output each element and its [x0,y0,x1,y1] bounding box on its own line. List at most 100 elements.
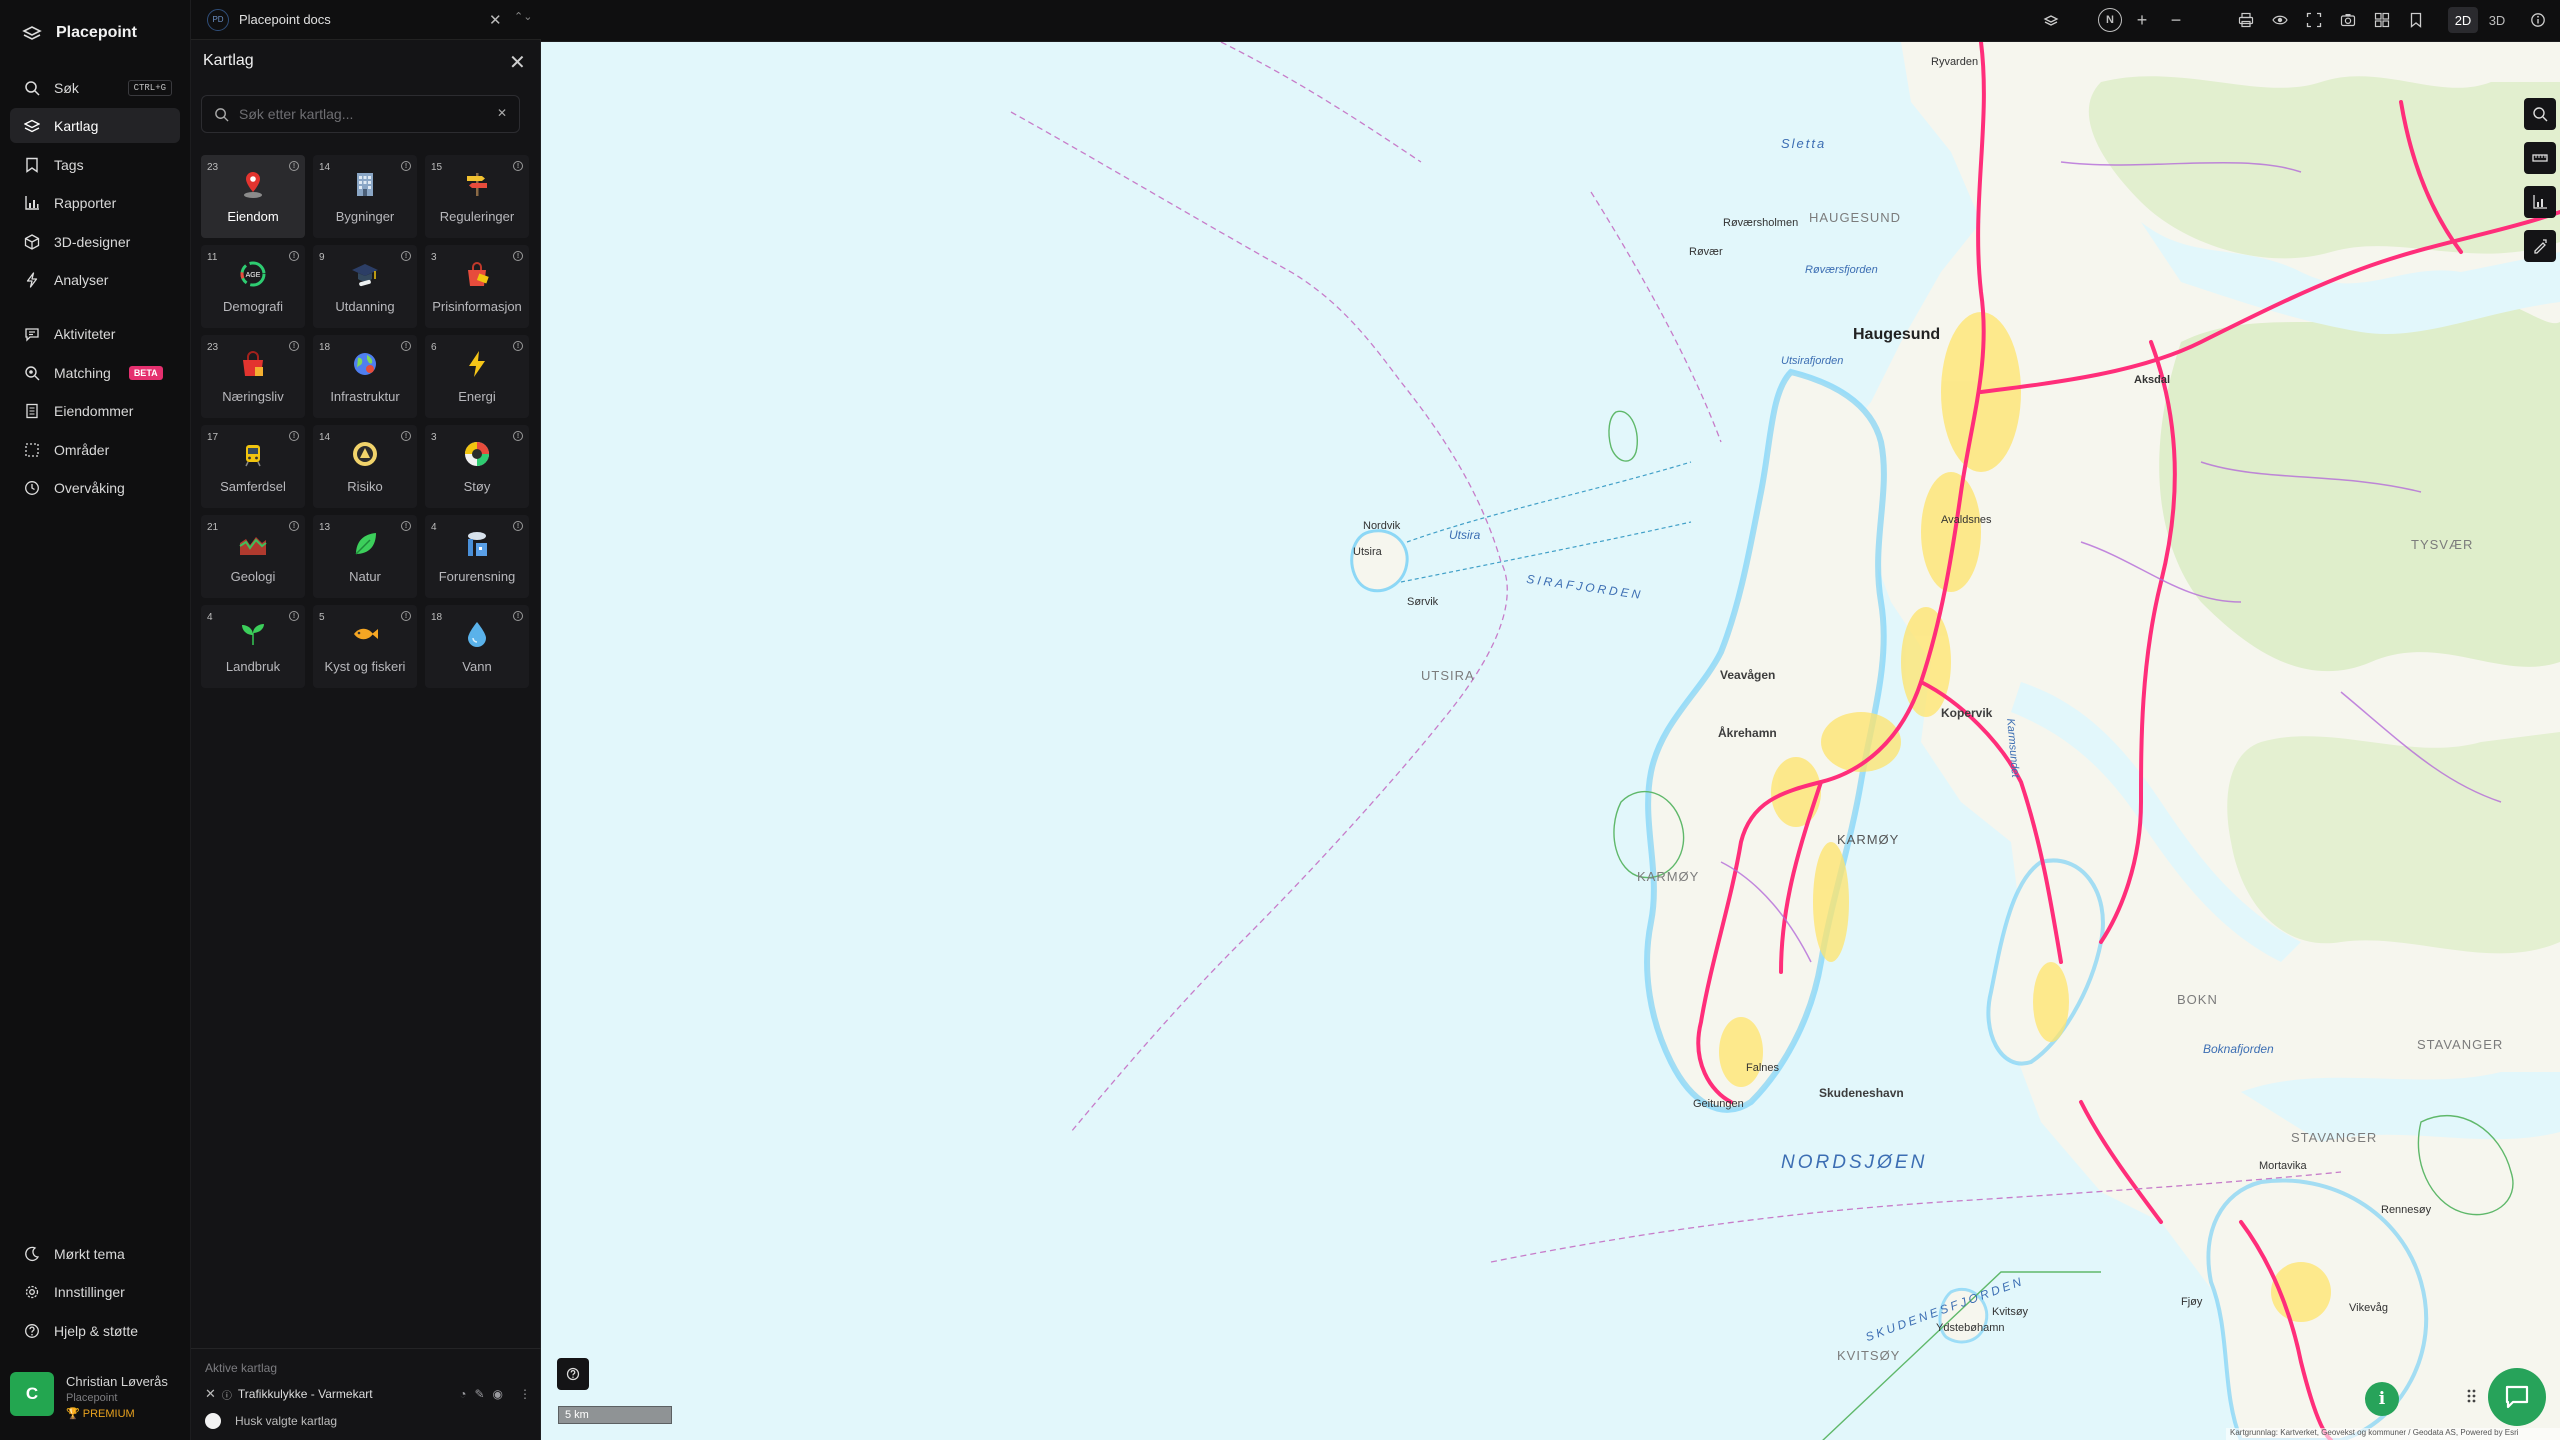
nav-item-matching[interactable]: Matching BETA [10,355,180,390]
layer-tile-utdanning[interactable]: 9! Utdanning [313,245,417,328]
layer-count: 23 [207,342,219,353]
user-profile[interactable]: C Christian Løverås Placepoint 🏆 PREMIUM [10,1368,180,1428]
grid-icon[interactable] [2371,9,2393,31]
bookmark-icon[interactable] [2405,9,2427,31]
remember-layers-toggle[interactable]: Husk valgte kartlag [205,1413,337,1429]
map-tool-draw[interactable] [2524,230,2556,262]
view-3d-button[interactable]: 3D [2482,7,2512,33]
info-icon[interactable]: ! [401,431,411,441]
map-tool-measure[interactable] [2524,142,2556,174]
map-tool-search[interactable] [2524,98,2556,130]
active-layers-heading: Aktive kartlag [205,1361,278,1375]
layer-tile-stoy[interactable]: 3! Støy [425,425,529,508]
layer-tile-reguleringer[interactable]: 15! Reguleringer [425,155,529,238]
info-icon[interactable]: ! [289,611,299,621]
layer-tile-infrastruktur[interactable]: 18! Infrastruktur [313,335,417,418]
nav-item-kartlag[interactable]: Kartlag [10,108,180,143]
map-label-fjord: Utsirafjorden [1781,355,1844,367]
zoom-out-icon[interactable]: − [2165,9,2187,31]
layer-tile-energi[interactable]: 6! Energi [425,335,529,418]
info-icon[interactable]: ⓘ [222,1387,232,1402]
close-panel-icon[interactable]: ✕ [509,50,526,75]
toggle-switch[interactable] [205,1413,221,1429]
nav-item-search[interactable]: Søk CTRL+G [10,70,180,105]
info-icon[interactable]: ! [513,341,523,351]
eye-icon[interactable] [2269,9,2291,31]
layer-tile-landbruk[interactable]: 4! Landbruk [201,605,305,688]
info-icon[interactable]: ! [401,251,411,261]
info-icon[interactable]: ! [289,431,299,441]
info-icon[interactable]: ! [513,161,523,171]
bookmark-icon [26,157,38,173]
layer-tile-geologi[interactable]: 21! Geologi [201,515,305,598]
info-icon[interactable]: ! [513,251,523,261]
nav-item-settings[interactable]: Innstillinger [10,1274,180,1309]
nav-item-dark-theme[interactable]: Mørkt tema [10,1236,180,1271]
info-icon[interactable]: ! [401,161,411,171]
layer-tile-kyst-og-fiskeri[interactable]: 5! Kyst og fiskeri [313,605,417,688]
map-label-town: Avaldsnes [1941,514,1992,526]
layer-tile-samferdsel[interactable]: 17! Samferdsel [201,425,305,508]
info-icon[interactable]: ! [513,521,523,531]
clear-search-icon[interactable]: ✕ [497,106,507,120]
document-tab[interactable]: PD Placepoint docs ✕ ⌃⌄ [191,0,541,40]
nav-label: 3D-designer [54,233,131,250]
layers-stack-icon[interactable] [2040,9,2062,31]
layer-tile-demografi[interactable]: 11! AGE Demografi [201,245,305,328]
nav-item-tags[interactable]: Tags [10,147,180,182]
layer-tile-natur[interactable]: 13! Natur [313,515,417,598]
compass-icon[interactable]: N [2098,8,2122,32]
map-label-region: STAVANGER [2291,1130,2378,1145]
chat-support-button[interactable] [2488,1368,2546,1426]
layer-tile-risiko[interactable]: 14! Risiko [313,425,417,508]
chevron-updown-icon[interactable]: ⌃⌄ [514,10,532,23]
zoom-in-icon[interactable]: + [2131,9,2153,31]
print-icon[interactable] [2235,9,2257,31]
eye-icon[interactable]: ◉ [493,1387,503,1401]
info-icon[interactable]: ! [289,251,299,261]
info-icon[interactable] [2527,9,2549,31]
nav-item-overvaking[interactable]: Overvåking [10,470,180,505]
layer-tile-bygninger[interactable]: 14! Bygninger [313,155,417,238]
fullscreen-icon[interactable] [2303,9,2325,31]
nav-item-3d-designer[interactable]: 3D-designer [10,224,180,259]
map-canvas[interactable]: NORDSJØEN SKUDENESFJORDEN SIRAFJORDEN Ut… [541,42,2560,1440]
layer-tile-prisinformasjon[interactable]: 3! Prisinformasjon [425,245,529,328]
nav-item-rapporter[interactable]: Rapporter [10,185,180,220]
active-layer-row[interactable]: ✕ ⓘ Trafikkulykke - Varmekart ◔ ✎ ◉ ⋮ [205,1383,531,1405]
close-tab-icon[interactable]: ✕ [489,11,502,29]
brand[interactable]: Placepoint [22,20,137,46]
nav-item-help[interactable]: Hjelp & støtte [10,1313,180,1348]
layer-search-input[interactable] [239,106,479,122]
map-label-region: KARMØY [1637,869,1700,884]
view-2d-button[interactable]: 2D [2448,7,2478,33]
camera-icon[interactable] [2337,9,2359,31]
layer-search[interactable]: ✕ [201,95,520,133]
apps-grid-icon[interactable] [2467,1389,2481,1403]
kartlag-panel: PD Placepoint docs ✕ ⌃⌄ Kartlag ✕ ✕ 23! … [191,0,541,1440]
nav-item-aktiviteter[interactable]: Aktiviteter [10,316,180,351]
remove-layer-icon[interactable]: ✕ [205,1386,216,1402]
info-icon[interactable]: ! [513,611,523,621]
nav-item-eiendommer[interactable]: Eiendommer [10,393,180,428]
nav-item-analyser[interactable]: Analyser [10,262,180,297]
map-label-town: Åkrehamn [1718,726,1777,740]
opacity-icon[interactable]: ◔ [459,1387,466,1401]
info-button[interactable]: i [2365,1382,2399,1416]
map-tool-chart[interactable] [2524,186,2556,218]
layer-tile-eiendom[interactable]: 23! Eiendom [201,155,305,238]
info-icon[interactable]: ! [513,431,523,441]
info-icon[interactable]: ! [401,341,411,351]
map-help-button[interactable] [557,1358,589,1390]
layer-tile-naeringsliv[interactable]: 23! Næringsliv [201,335,305,418]
layer-tile-forurensning[interactable]: 4! Forurensning [425,515,529,598]
info-icon[interactable]: ! [289,341,299,351]
info-icon[interactable]: ! [289,161,299,171]
nav-item-omrader[interactable]: Områder [10,432,180,467]
info-icon[interactable]: ! [289,521,299,531]
more-icon[interactable]: ⋮ [519,1387,531,1401]
info-icon[interactable]: ! [401,521,411,531]
info-icon[interactable]: ! [401,611,411,621]
layer-tile-vann[interactable]: 18! Vann [425,605,529,688]
edit-icon[interactable]: ✎ [474,1387,484,1401]
